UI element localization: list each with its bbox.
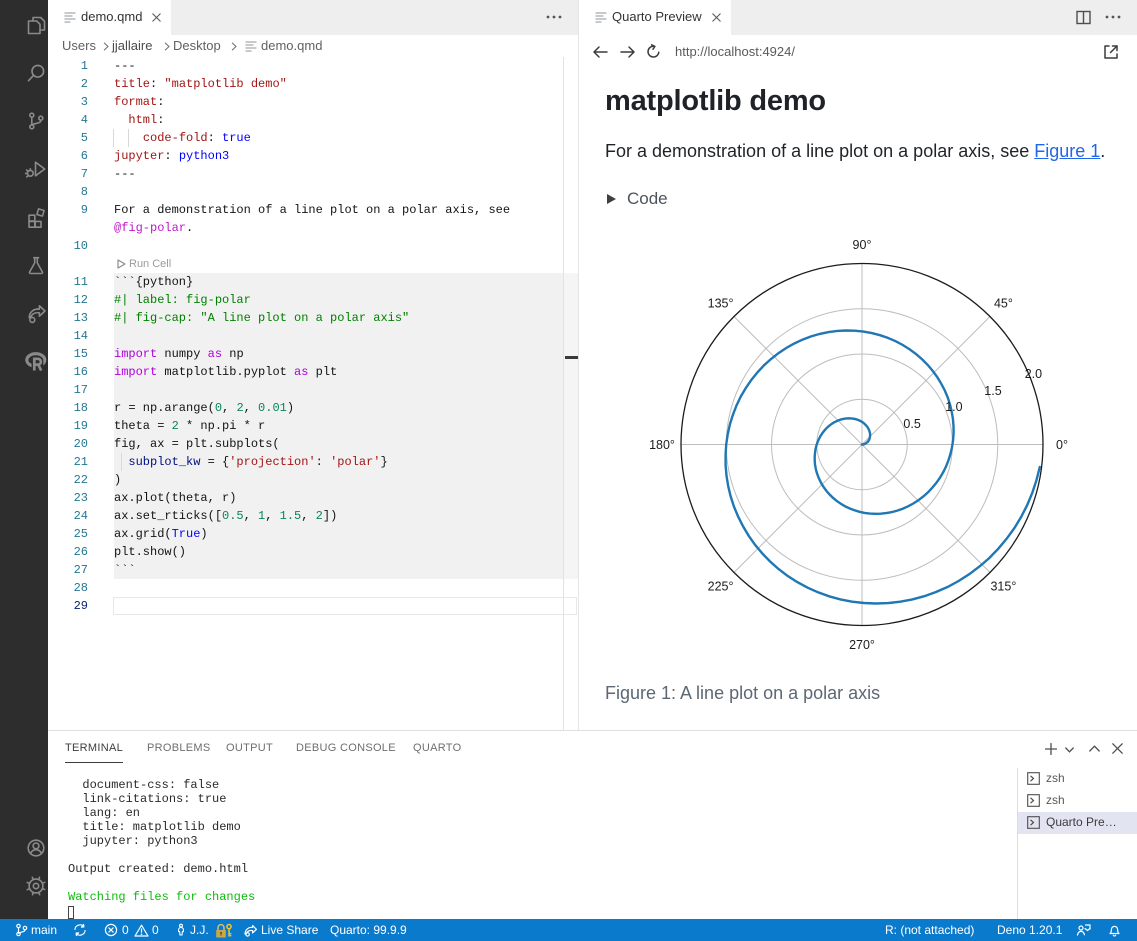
svg-text:135°: 135° — [708, 297, 734, 311]
svg-text:45°: 45° — [994, 297, 1013, 311]
svg-text:225°: 225° — [708, 579, 734, 593]
svg-text:315°: 315° — [990, 579, 1016, 593]
svg-text:270°: 270° — [849, 638, 875, 652]
svg-text:180°: 180° — [649, 438, 675, 452]
svg-text:1.0: 1.0 — [945, 400, 962, 414]
svg-text:1.5: 1.5 — [984, 384, 1001, 398]
svg-text:90°: 90° — [853, 238, 872, 252]
svg-text:0°: 0° — [1056, 438, 1068, 452]
svg-text:2.0: 2.0 — [1025, 367, 1042, 381]
svg-text:0.5: 0.5 — [903, 417, 920, 431]
